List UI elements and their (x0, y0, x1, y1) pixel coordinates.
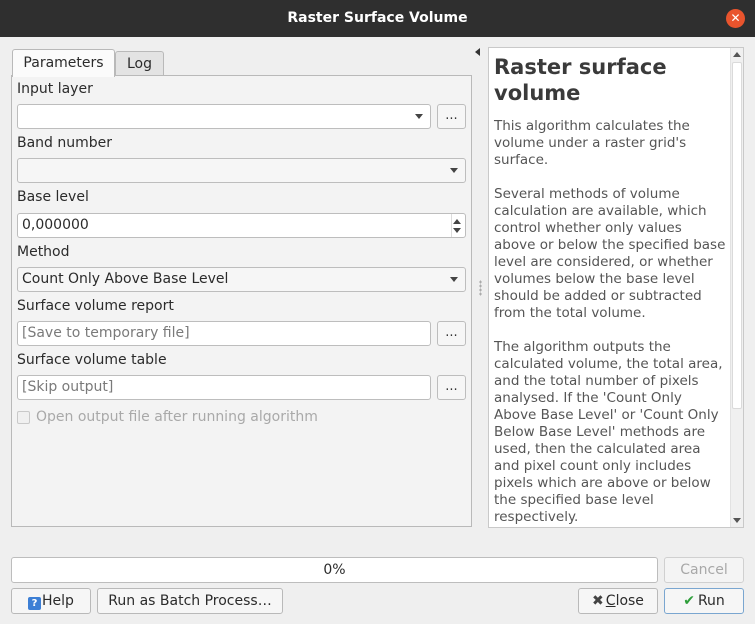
progress-bar: 0% (11, 557, 658, 583)
base-level-label: Base level (17, 189, 89, 205)
report-browse-button[interactable]: ... (437, 321, 466, 346)
surface-volume-table-input[interactable]: [Skip output] (17, 375, 431, 400)
open-output-label: Open output file after running algorithm (36, 409, 318, 425)
title-bar: Raster Surface Volume ✕ (0, 0, 755, 37)
help-button[interactable]: ? Help (11, 588, 91, 614)
tab-parameters[interactable]: Parameters (12, 49, 115, 77)
scroll-up-icon[interactable] (733, 52, 741, 57)
cancel-button[interactable]: Cancel (664, 557, 744, 583)
input-layer-combo[interactable] (17, 104, 431, 129)
spin-up-icon[interactable] (453, 219, 461, 224)
help-scrollbar[interactable] (730, 48, 743, 527)
input-layer-browse-button[interactable]: ... (437, 104, 466, 129)
surface-volume-report-input[interactable]: [Save to temporary file] (17, 321, 431, 346)
progress-text: 0% (323, 562, 346, 578)
help-paragraph: Several methods of volume calculation ar… (494, 186, 726, 321)
x-icon: ✖ (592, 593, 604, 609)
method-label: Method (17, 244, 70, 260)
surface-volume-table-label: Surface volume table (17, 352, 167, 368)
scroll-down-icon[interactable] (733, 518, 741, 523)
method-value: Count Only Above Base Level (22, 271, 229, 287)
table-placeholder: [Skip output] (22, 379, 114, 395)
help-panel: Raster surface volume This algorithm cal… (488, 47, 744, 528)
help-icon: ? (28, 597, 42, 610)
collapse-left-icon[interactable] (475, 48, 480, 56)
close-button[interactable]: ✖ Close (578, 588, 658, 614)
input-layer-label: Input layer (17, 81, 93, 97)
help-button-label: Help (42, 593, 74, 609)
chevron-down-icon (450, 168, 458, 173)
tab-log[interactable]: Log (115, 51, 164, 76)
surface-volume-report-label: Surface volume report (17, 298, 174, 314)
spin-down-icon[interactable] (453, 228, 461, 233)
window-title: Raster Surface Volume (287, 10, 468, 26)
close-button-mnemonic: C (605, 593, 616, 609)
band-number-label: Band number (17, 135, 113, 151)
report-placeholder: [Save to temporary file] (22, 325, 190, 341)
run-button[interactable]: ✔ Run (664, 588, 744, 614)
chevron-down-icon (450, 277, 458, 282)
base-level-spinbox[interactable]: 0,000000 (17, 213, 466, 238)
run-as-batch-button[interactable]: Run as Batch Process… (97, 588, 283, 614)
base-level-value: 0,000000 (22, 217, 89, 233)
help-content: Raster surface volume This algorithm cal… (494, 54, 726, 527)
close-icon[interactable]: ✕ (726, 9, 745, 28)
spin-buttons[interactable] (451, 214, 465, 237)
close-button-label: lose (615, 593, 644, 609)
scroll-thumb[interactable] (732, 62, 742, 409)
help-paragraph: This algorithm calculates the volume und… (494, 118, 690, 168)
run-button-label: Run (697, 593, 725, 609)
check-icon: ✔ (683, 593, 695, 609)
method-combo[interactable]: Count Only Above Base Level (17, 267, 466, 292)
table-browse-button[interactable]: ... (437, 375, 466, 400)
chevron-down-icon (415, 114, 423, 119)
help-paragraph: The algorithm outputs the calculated vol… (494, 339, 723, 525)
help-title: Raster surface volume (494, 55, 667, 105)
splitter-handle[interactable] (479, 280, 482, 296)
band-number-combo[interactable] (17, 158, 466, 183)
open-output-checkbox[interactable] (17, 411, 30, 424)
